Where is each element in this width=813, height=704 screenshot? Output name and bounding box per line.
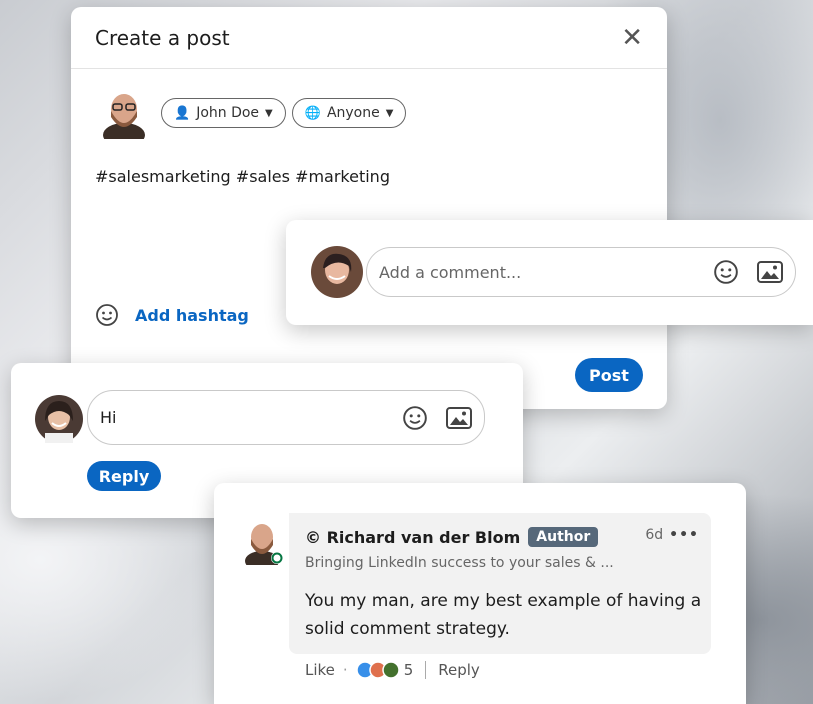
input-icons — [402, 405, 472, 431]
comment-actions: Like · 5 Reply — [305, 661, 480, 679]
audience-label: Anyone — [326, 105, 380, 121]
comment-author[interactable]: © Richard van der Blom — [305, 528, 520, 547]
author-row: 👤 John Doe ▼ 🌐 Anyone ▼ — [101, 87, 407, 139]
author-label: John Doe — [196, 105, 260, 121]
globe-icon: 🌐 — [304, 105, 321, 121]
separator-dot: · — [342, 661, 348, 679]
image-icon[interactable] — [757, 261, 783, 283]
image-icon[interactable] — [446, 406, 472, 429]
comment-reply-button[interactable]: Reply — [438, 661, 480, 679]
input-icons — [713, 259, 783, 285]
close-icon[interactable]: ✕ — [621, 25, 643, 51]
like-button[interactable]: Like — [305, 661, 335, 679]
caret-down-icon: ▼ — [265, 107, 273, 119]
caret-down-icon: ▼ — [385, 107, 394, 119]
comment-placeholder: Add a comment... — [379, 262, 522, 282]
reply-button[interactable]: Reply — [87, 461, 161, 491]
reactions-icon — [355, 661, 400, 679]
person-icon: 👤 — [174, 105, 191, 121]
reply-input[interactable]: Hi — [87, 390, 485, 445]
comment-bubble: © Richard van der Blom Author 6d ••• Bri… — [289, 513, 711, 654]
comment-time: 6d — [645, 527, 664, 543]
author-badge: Author — [528, 527, 599, 547]
emoji-icon[interactable] — [713, 259, 739, 285]
author-dropdown[interactable]: 👤 John Doe ▼ — [161, 98, 286, 128]
reply-input-value: Hi — [100, 408, 117, 427]
comment-card: Add a comment... — [286, 220, 813, 325]
comment-header: © Richard van der Blom Author — [305, 527, 599, 547]
comment-input[interactable]: Add a comment... — [366, 247, 796, 297]
emoji-icon[interactable] — [95, 303, 119, 327]
avatar — [35, 395, 83, 443]
comment-text: You my man, are my best example of havin… — [305, 591, 702, 639]
modal-title: Create a post — [95, 25, 230, 50]
more-icon[interactable]: ••• — [669, 527, 699, 543]
add-hashtag-link[interactable]: Add hashtag — [135, 306, 249, 325]
reaction-count[interactable]: 5 — [404, 661, 414, 679]
emoji-icon[interactable] — [402, 405, 428, 431]
avatar — [311, 246, 363, 298]
divider — [425, 661, 427, 679]
post-button[interactable]: Post — [575, 358, 643, 392]
avatar — [245, 524, 283, 565]
post-text[interactable]: #salesmarketing #sales #marketing — [95, 167, 390, 186]
audience-dropdown[interactable]: 🌐 Anyone ▼ — [291, 98, 407, 128]
comment-headline: Bringing LinkedIn success to your sales … — [305, 555, 614, 571]
comment-thread-card: © Richard van der Blom Author 6d ••• Bri… — [214, 483, 746, 704]
create-post-modal: Create a post ✕ 👤 John Doe ▼ 🌐 Anyone ▼ … — [71, 7, 667, 409]
comment-meta: 6d ••• — [645, 527, 699, 543]
modal-header: Create a post ✕ — [71, 7, 667, 69]
hashtag-row: Add hashtag — [95, 303, 249, 327]
avatar — [103, 94, 145, 139]
